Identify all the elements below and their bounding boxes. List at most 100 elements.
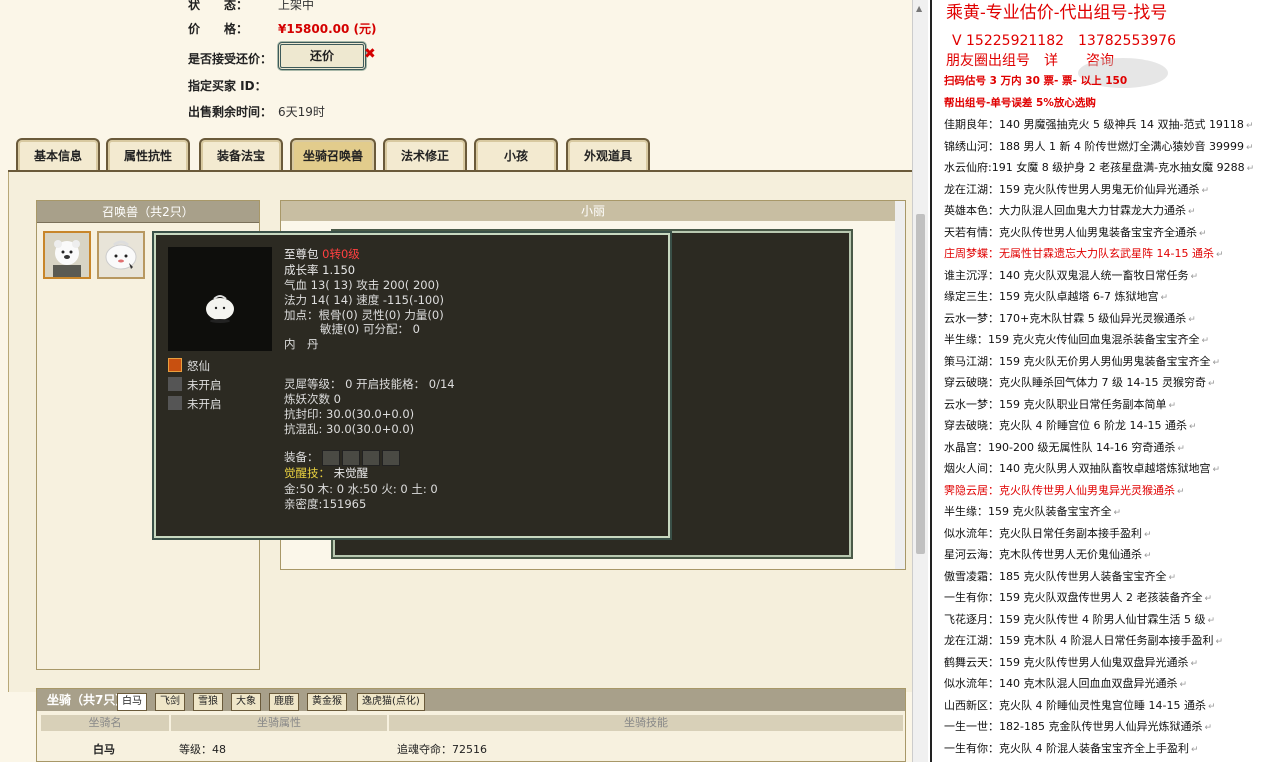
equip-slot[interactable] xyxy=(362,449,381,466)
equip-slot[interactable] xyxy=(382,449,401,466)
equip-slot[interactable] xyxy=(322,449,341,466)
notes-line-text: 半生缘：159 克火队装备宝宝齐全 xyxy=(944,505,1112,518)
notes-line-text: 龙在江湖：159 克木队 4 阶混人日常任务副本接手盈利 xyxy=(944,634,1214,647)
counter-offer-button[interactable]: 还价 xyxy=(278,42,366,70)
mount-tab[interactable]: 黄金猴 xyxy=(307,693,347,711)
polar-bear-icon xyxy=(45,233,89,277)
notes-line: 佳期良年：140 男魔强抽克火 5 级神兵 14 双抽-范式 19118 ↵ xyxy=(944,116,1253,132)
notes-line-text: 庄周梦蝶：无属性甘霖遗忘大力队玄武星阵 14-15 通杀 xyxy=(944,247,1214,260)
resist-chaos-line: 抗混乱: 30.0(30.0+0.0) xyxy=(284,422,415,436)
tab-appearance[interactable]: 外观道具 xyxy=(566,138,650,172)
notes-line: 龙在江湖：159 克火队传世男人男鬼无价仙异光通杀 ↵ xyxy=(944,181,1209,197)
status-value: 上架中 xyxy=(278,0,315,12)
locked-skill-icon[interactable] xyxy=(168,377,182,391)
notes-line: 烟火人间：140 克火队男人双抽队畜牧卓越塔炼狱地宫 ↵ xyxy=(944,460,1220,476)
pet-name-line: 至尊包 0转0级 xyxy=(284,246,360,262)
growth-value: 1.150 xyxy=(322,263,356,277)
tab-attributes[interactable]: 属性抗性 xyxy=(106,138,190,172)
inner-core-label: 内 丹 xyxy=(284,337,319,351)
return-icon: ↵ xyxy=(1246,164,1255,174)
notes-line: 穿云破晓：克火队睡杀回气体力 7 级 14-15 灵猴穷奇 ↵ xyxy=(944,374,1216,390)
notes-line-text: 天若有情：克火队传世男人仙男鬼装备宝宝齐全通杀 xyxy=(944,225,1197,239)
equip-line: 装备： xyxy=(284,449,402,466)
notes-line-text: 一生有你：克火队 4 阶混人装备宝宝齐全上手盈利 xyxy=(944,741,1189,755)
notes-promo: 扫码估号 3 万内 30 票- 票- 以上 150 xyxy=(944,75,1128,87)
notes-line: 云水一梦：159 克火队职业日常任务副本简单 ↵ xyxy=(944,396,1176,412)
col-mount-skill: 坐骑技能 xyxy=(389,715,903,731)
notes-line-text: 穿去破晓：克火队 4 阶睡宫位 6 阶龙 14-15 通杀 xyxy=(944,419,1187,432)
hp-attack-line: 气血 13( 13) 攻击 200( 200) xyxy=(284,278,440,292)
return-icon: ↵ xyxy=(1207,615,1216,626)
return-icon: ↵ xyxy=(1207,701,1216,712)
fire-skill-icon[interactable] xyxy=(168,358,182,372)
locked-skill-icon[interactable] xyxy=(168,396,182,410)
close-icon[interactable]: ✖ xyxy=(364,46,376,62)
mount-skill: 追魂夺命：72516 xyxy=(397,743,487,756)
mount-tab[interactable]: 逸虎猫(点化) xyxy=(357,693,425,711)
notes-line-text: 锦绣山河：188 男人 1 新 4 阶传世燃灯全满心猿妙音 39999 xyxy=(944,139,1244,153)
pet-portrait xyxy=(168,247,272,351)
return-icon: ↵ xyxy=(1207,379,1216,389)
mount-tab[interactable]: 大象 xyxy=(231,693,261,711)
scroll-up-icon[interactable]: ▲ xyxy=(916,4,922,13)
mount-list: 坐骑（共7只） 白马 飞剑 雪狼 大象 鹿鹿 黄金猴 逸虎猫(点化) 坐骑名 坐… xyxy=(36,688,906,762)
tab-spell-mods[interactable]: 法术修正 xyxy=(383,138,467,172)
return-icon: ↵ xyxy=(1144,529,1152,540)
notes-line-text: 半生缘：159 克火克火传仙回血鬼混杀装备宝宝齐全 xyxy=(944,333,1200,346)
buyer-id-label: 指定买家 ID： xyxy=(188,79,267,93)
return-icon: ↵ xyxy=(1190,271,1199,282)
equip-label: 装备： xyxy=(284,450,319,464)
notes-line-text: 水晶宫：190-200 级无属性队 14-16 穷奇通杀 xyxy=(944,440,1176,454)
notes-line-text: 龙在江湖：159 克火队传世男人男鬼无价仙异光通杀 xyxy=(944,182,1200,196)
notes-line-text: 似水流年：140 克木队混人回血血双盘异光通杀 xyxy=(944,677,1178,690)
return-icon: ↵ xyxy=(1212,357,1221,368)
resist-seal-line: 抗封印: 30.0(30.0+0.0) xyxy=(284,407,415,421)
notes-promo: 帮出组号-单号误差 5%放心选购 xyxy=(944,97,1096,109)
tab-equipment[interactable]: 装备法宝 xyxy=(199,138,283,172)
mount-tab[interactable]: 飞剑 xyxy=(155,693,185,711)
notes-line-text: 云水一梦：170+克木队甘霖 5 级仙异光灵猴通杀 xyxy=(944,311,1187,325)
notes-line-text: 英雄本色：大力队混人回血鬼大力甘霖龙大力通杀 xyxy=(944,204,1186,217)
mount-tab[interactable]: 白马 xyxy=(117,693,147,711)
return-icon: ↵ xyxy=(1160,293,1168,303)
notes-line: 星河云海：克木队传世男人无价鬼仙通杀 ↵ xyxy=(944,546,1152,562)
pet-tooltip: 至尊包 0转0级 成长率 1.150 气血 13( 13) 攻击 200( 20… xyxy=(152,231,672,540)
detail-scrollbar[interactable] xyxy=(895,201,905,569)
skill-label: 怒仙 xyxy=(187,359,210,373)
notes-line: 谁主沉浮：140 克火队双鬼混人统一畜牧日常任务 ↵ xyxy=(944,267,1198,283)
bun-pet-icon xyxy=(206,295,234,323)
mp-speed-line: 法力 14( 14) 速度 -115(-100) xyxy=(284,293,445,307)
refine-line: 炼妖次数 0 xyxy=(284,392,341,406)
notes-pane: 乘黄-专业估价-代出组号-找号 V 15225921182 1378255397… xyxy=(928,0,1280,762)
tab-children[interactable]: 小孩 xyxy=(474,138,558,172)
notes-line-text: 云水一梦：159 克火队职业日常任务副本简单 xyxy=(944,397,1167,411)
scrollbar-thumb[interactable] xyxy=(916,214,925,554)
equip-slot[interactable] xyxy=(342,449,361,466)
notes-phones: V 15225921182 13782553976 xyxy=(952,33,1176,49)
summon-avatar[interactable] xyxy=(43,231,91,279)
return-icon: ↵ xyxy=(1177,486,1185,497)
notes-line-text: 鹤舞云天：159 克火队传世男人仙鬼双盘异光通杀 xyxy=(944,655,1189,669)
remaining-time-label: 出售剩余时间： xyxy=(188,105,273,119)
return-icon: ↵ xyxy=(1188,314,1196,325)
return-icon: ↵ xyxy=(1190,658,1199,669)
tab-basic-info[interactable]: 基本信息 xyxy=(16,138,100,172)
page-scrollbar[interactable]: ▲ xyxy=(912,0,928,762)
mount-tab[interactable]: 雪狼 xyxy=(193,693,223,711)
mount-tab[interactable]: 鹿鹿 xyxy=(269,693,299,711)
price-value: ¥15800.00 (元) xyxy=(278,22,377,36)
notes-line: 英雄本色：大力队混人回血鬼大力甘霖龙大力通杀 ↵ xyxy=(944,202,1196,218)
game-pane: 状 态： 上架中 价 格： ¥15800.00 (元) 是否接受还价： 还价 ✖… xyxy=(0,0,912,762)
notes-line: 似水流年：140 克木队混人回血血双盘异光通杀 ↵ xyxy=(944,675,1187,691)
tab-mounts-summons[interactable]: 坐骑召唤兽 xyxy=(290,138,376,172)
notes-line: 半生缘：159 克火克火传仙回血鬼混杀装备宝宝齐全 ↵ xyxy=(944,331,1209,347)
notes-line: 鹤舞云天：159 克火队传世男人仙鬼双盘异光通杀 ↵ xyxy=(944,654,1198,670)
notes-line-text: 佳期良年：140 男魔强抽克火 5 级神兵 14 双抽-范式 19118 xyxy=(944,118,1244,131)
notes-line-text: 穿云破晓：克火队睡杀回气体力 7 级 14-15 灵猴穷奇 xyxy=(944,376,1206,389)
summon-avatar[interactable] xyxy=(97,231,145,279)
return-icon: ↵ xyxy=(1113,508,1122,518)
notes-line-text: 飞花逐月：159 克火队传世 4 阶男人仙甘霖生活 5 级 xyxy=(944,612,1206,626)
notes-line: 庄周梦蝶：无属性甘霖遗忘大力队玄武星阵 14-15 通杀 ↵ xyxy=(944,245,1224,261)
return-icon: ↵ xyxy=(1215,250,1224,260)
pet-name: 至尊包 xyxy=(284,247,319,261)
